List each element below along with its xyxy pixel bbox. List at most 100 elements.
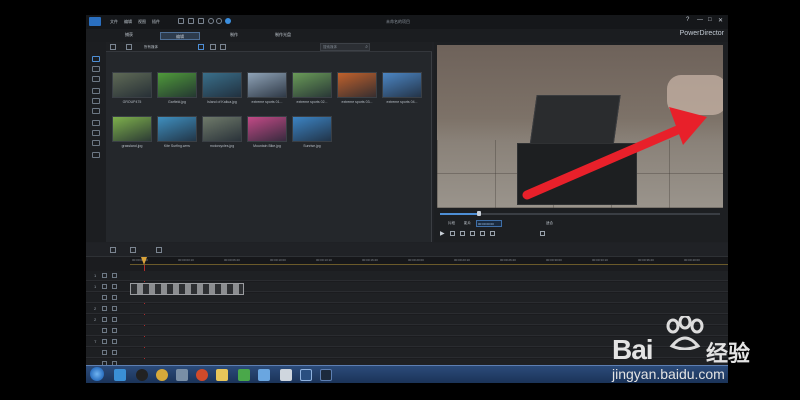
video-clip[interactable]	[130, 283, 244, 295]
list-view-icon[interactable]	[220, 44, 226, 50]
menu-view[interactable]: 视图	[138, 19, 146, 25]
clip-mode-button[interactable]: 片段	[448, 221, 455, 226]
media-thumbnail[interactable]	[202, 72, 242, 98]
track-visibility-icon[interactable]	[112, 328, 117, 333]
snapshot-icon[interactable]	[480, 231, 485, 236]
import-media-icon[interactable]	[110, 44, 116, 50]
media-thumbnail[interactable]	[292, 72, 332, 98]
plugins-icon[interactable]	[126, 44, 132, 50]
open-project-icon[interactable]	[188, 18, 194, 24]
media-thumbnail[interactable]	[337, 72, 377, 98]
transition-room-icon[interactable]	[92, 108, 100, 114]
media-thumbnail[interactable]	[247, 116, 287, 142]
track-header[interactable]: 1	[86, 282, 130, 292]
scrubber-handle[interactable]	[477, 211, 481, 216]
help-icon[interactable]: ?	[686, 17, 689, 23]
subtitle-room-icon[interactable]	[92, 152, 100, 158]
tab-produce[interactable]: 制作	[214, 32, 254, 38]
menu-plugins[interactable]: 插件	[152, 19, 160, 25]
volume-icon[interactable]	[490, 231, 495, 236]
close-icon[interactable]: ✕	[718, 17, 723, 24]
menu-edit[interactable]: 编辑	[124, 19, 132, 25]
track-lock-icon[interactable]	[102, 339, 107, 344]
fit-dropdown[interactable]: 适合	[546, 221, 553, 226]
particle-room-icon[interactable]	[92, 88, 100, 94]
track-row[interactable]	[130, 304, 728, 314]
next-frame-icon[interactable]	[470, 231, 475, 236]
search-field[interactable]: 搜索媒体 ⌕	[320, 43, 370, 51]
sort-icon[interactable]	[210, 44, 216, 50]
track-lock-icon[interactable]	[102, 317, 107, 322]
taskbar-app-icon-4[interactable]	[176, 369, 188, 381]
media-room-icon[interactable]	[92, 56, 100, 62]
track-header[interactable]	[86, 326, 130, 336]
track-lock-icon[interactable]	[102, 350, 107, 355]
track-visibility-icon[interactable]	[112, 273, 117, 278]
movie-mode-button[interactable]: 影片	[464, 221, 471, 226]
audio-mixing-room-icon[interactable]	[92, 120, 100, 126]
track-lock-icon[interactable]	[102, 284, 107, 289]
maximize-icon[interactable]: □	[708, 17, 712, 23]
taskbar-app-icon-9[interactable]	[280, 369, 292, 381]
fullscreen-icon[interactable]	[540, 231, 545, 236]
media-thumbnail[interactable]	[247, 72, 287, 98]
menu-file[interactable]: 文件	[110, 19, 118, 25]
search-icon[interactable]: ⌕	[365, 44, 368, 50]
tab-create-disc[interactable]: 制作光盘	[263, 32, 303, 38]
track-lock-icon[interactable]	[102, 328, 107, 333]
view-mode-icon[interactable]	[198, 44, 204, 50]
track-row[interactable]	[130, 271, 728, 281]
undo-icon[interactable]	[208, 18, 214, 24]
track-visibility-icon[interactable]	[112, 350, 117, 355]
title-room-icon[interactable]	[92, 98, 100, 104]
track-visibility-icon[interactable]	[112, 317, 117, 322]
track-header[interactable]	[86, 348, 130, 358]
storyboard-view-icon[interactable]	[110, 247, 116, 253]
track-visibility-icon[interactable]	[112, 295, 117, 300]
track-header[interactable]	[86, 293, 130, 303]
taskbar-app-icon-2[interactable]	[136, 369, 148, 381]
track-header[interactable]: 2	[86, 315, 130, 325]
media-thumbnail[interactable]	[157, 72, 197, 98]
track-lock-icon[interactable]	[102, 295, 107, 300]
track-visibility-icon[interactable]	[112, 339, 117, 344]
taskbar-app-icon-7[interactable]	[238, 369, 250, 381]
media-thumbnail[interactable]	[112, 72, 152, 98]
split-icon[interactable]	[130, 247, 136, 253]
play-icon[interactable]: ▶	[440, 230, 445, 237]
search-input[interactable]: 搜索媒体	[323, 45, 337, 50]
taskbar-app-icon-3[interactable]	[156, 369, 168, 381]
timecode-display[interactable]: 00:00:00:00	[476, 220, 502, 227]
media-thumbnail[interactable]	[112, 116, 152, 142]
taskbar-app-icon-6[interactable]	[216, 369, 228, 381]
track-visibility-icon[interactable]	[112, 284, 117, 289]
taskbar-app-icon-1[interactable]	[114, 369, 126, 381]
track-visibility-icon[interactable]	[112, 306, 117, 311]
track-header[interactable]: 2	[86, 304, 130, 314]
tab-edit[interactable]: 编辑	[160, 32, 200, 40]
media-thumbnail[interactable]	[292, 116, 332, 142]
settings-icon[interactable]	[225, 18, 231, 24]
media-filter-dropdown[interactable]: 所有媒体	[144, 45, 158, 50]
tab-capture[interactable]: 捕获	[109, 32, 149, 38]
track-lock-icon[interactable]	[102, 306, 107, 311]
voiceover-room-icon[interactable]	[92, 130, 100, 136]
taskbar-app-icon-8[interactable]	[258, 369, 270, 381]
timeline-ruler[interactable]: 00:00:00:00 00:00:03:10 00:00:06:20 00:00:1…	[130, 257, 728, 265]
effect-room-icon[interactable]	[92, 66, 100, 72]
start-button-icon[interactable]	[90, 367, 104, 381]
taskbar-app-icon-5[interactable]	[196, 369, 208, 381]
chapter-room-icon[interactable]	[92, 140, 100, 146]
minimize-icon[interactable]: —	[697, 17, 703, 23]
preview-scrubber[interactable]	[440, 211, 720, 216]
taskbar-app-icon-10[interactable]	[300, 369, 312, 381]
track-header[interactable]: 1	[86, 271, 130, 281]
prev-frame-icon[interactable]	[460, 231, 465, 236]
taskbar-app-icon-11[interactable]	[320, 369, 332, 381]
new-project-icon[interactable]	[178, 18, 184, 24]
mix-audio-icon[interactable]	[156, 247, 162, 253]
pip-room-icon[interactable]	[92, 76, 100, 82]
media-thumbnail[interactable]	[202, 116, 242, 142]
save-project-icon[interactable]	[198, 18, 204, 24]
media-thumbnail[interactable]	[382, 72, 422, 98]
